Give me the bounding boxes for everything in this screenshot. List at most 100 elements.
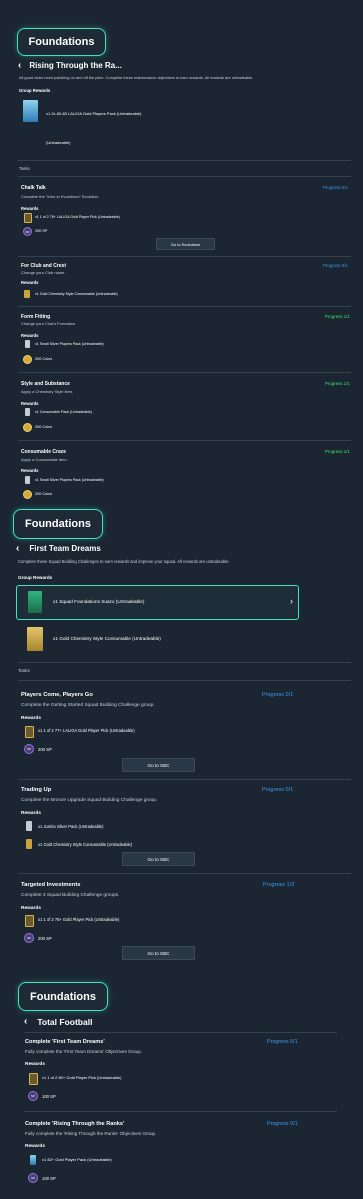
reward-item: x1 Small Silver Players Pack (Untradeabl…	[35, 478, 104, 482]
divider	[18, 873, 351, 874]
pack-icon	[25, 340, 30, 348]
task-title: Form Fitting	[21, 314, 51, 320]
sp-icon: SP	[28, 1173, 38, 1183]
task-description: Complete the Bronze Upgrade Squad Buildi…	[21, 798, 158, 803]
tasks-label: Tasks	[18, 668, 30, 673]
reward-item: x1 Gold Chemistry Style Consumable (Untr…	[35, 292, 118, 296]
chevron-left-icon[interactable]: ‹	[16, 543, 19, 554]
go-to-sbc-button[interactable]: Go to SBC	[122, 852, 195, 866]
rewards-label: Rewards	[21, 716, 41, 721]
sp-icon: SP	[24, 744, 34, 754]
task-title: Style and Substance	[21, 381, 70, 387]
pack-icon	[30, 1155, 36, 1165]
task-progress: Progress 0/1	[323, 263, 348, 268]
task-progress: Progress 1/1	[325, 381, 350, 386]
rewards-label: Rewards	[21, 401, 39, 406]
group-reward-item: (Untradeable)	[46, 140, 71, 145]
group-reward-item: x1 Gold Chemistry Style Consumable (Untr…	[53, 636, 161, 641]
coin-icon	[23, 490, 32, 499]
chevron-left-icon[interactable]: ‹	[24, 1016, 27, 1027]
back-button[interactable]: ‹ Rising Through the Ra...	[18, 60, 122, 71]
player-pick-icon	[25, 915, 34, 927]
reward-item: 100 SP	[42, 1176, 56, 1181]
reward-item: 200 Coins	[35, 357, 53, 361]
chevron-right-icon[interactable]: ›	[290, 596, 293, 606]
coin-icon	[23, 423, 32, 432]
rewards-label: Rewards	[21, 811, 41, 816]
pack-icon	[23, 100, 38, 122]
reward-item: x1 Consumable Pack (Untradeable)	[35, 410, 92, 414]
divider	[18, 176, 351, 177]
divider	[18, 662, 351, 663]
go-to-sbc-button[interactable]: Go to SBC	[122, 946, 195, 960]
reward-item: 100 SP	[42, 1094, 56, 1099]
divider	[18, 680, 351, 681]
task-progress: Progress 1/1	[325, 449, 350, 454]
task-progress: Progress 0/1	[267, 1039, 298, 1045]
divider	[18, 306, 351, 307]
back-button[interactable]: ‹ Total Football	[24, 1016, 92, 1027]
page-title: Rising Through the Ra...	[29, 61, 122, 70]
task-description: Fully complete the 'Rising Through the R…	[25, 1131, 157, 1136]
divider	[18, 256, 351, 257]
task-description: Change your Club name.	[21, 270, 66, 275]
task-progress: Progress 0/1	[262, 787, 294, 793]
reward-item: x1 Jumbo Silver Pack (Untradeable)	[38, 824, 104, 829]
section-description: Complete these Squad Building Challenges…	[18, 559, 230, 564]
reward-item: x1 Small Silver Players Pack (Untradeabl…	[35, 342, 104, 346]
divider	[24, 1111, 337, 1112]
group-rewards-label: Group Rewards	[18, 575, 53, 580]
chevron-left-icon[interactable]: ‹	[18, 60, 21, 71]
chemistry-style-icon	[27, 627, 43, 651]
reward-item: 200 SP	[38, 936, 52, 941]
task-description: Complete 3 Squad Building Challenge grou…	[21, 893, 120, 898]
sp-icon: SP	[23, 227, 32, 236]
task-description: Apply a Chemistry Style item.	[21, 389, 74, 394]
task-progress: Progress 0/1	[323, 185, 348, 190]
foundations-badge: Foundations	[17, 28, 106, 56]
player-pick-icon	[24, 213, 32, 223]
divider	[18, 160, 351, 161]
task-description: Complete the "Intro to Evolutions" Evolu…	[21, 194, 100, 199]
back-button[interactable]: ‹ First Team Dreams	[16, 543, 101, 554]
reward-item: x1 Gold Chemistry Style Consumable (Untr…	[38, 842, 133, 847]
task-title: Targeted Investments	[21, 882, 81, 888]
divider	[18, 779, 351, 780]
reward-item: x1 1 of 2 80+ Gold Player Pick (Untradea…	[42, 1075, 122, 1080]
reward-item: 200 SP	[38, 747, 52, 752]
player-card-icon	[28, 591, 42, 613]
divider	[18, 440, 351, 441]
task-title: Consumable Craze	[21, 449, 67, 455]
tasks-label: Tasks	[19, 166, 30, 171]
sp-icon: SP	[24, 933, 34, 943]
group-rewards-label: Group Rewards	[19, 88, 51, 93]
player-pick-icon	[25, 726, 34, 738]
sp-icon: SP	[28, 1091, 38, 1101]
section-description: All good clubs need polishing on and off…	[19, 75, 254, 80]
reward-item: x1 82+ Gold Player Pack (Untradeable)	[42, 1157, 112, 1162]
rewards-label: Rewards	[25, 1144, 45, 1149]
task-description: Complete the Getting Started Squad Build…	[21, 703, 155, 708]
task-progress: Progress 1/1	[325, 314, 350, 319]
rewards-label: Rewards	[21, 468, 39, 473]
task-description: Change your Club's Formation.	[21, 321, 77, 326]
rewards-label: Rewards	[21, 906, 41, 911]
chemistry-style-icon	[26, 839, 32, 849]
task-progress: Progress 1/3	[263, 882, 295, 888]
foundations-badge: Foundations	[18, 982, 108, 1011]
task-title: For Club and Crest	[21, 263, 67, 269]
pack-icon	[26, 821, 32, 831]
reward-item: x1 1 of 2 78+ Gold Player Pick (Untradea…	[38, 917, 120, 922]
rewards-label: Rewards	[21, 333, 39, 338]
go-to-sbc-button[interactable]: Go to SBC	[122, 758, 195, 772]
chemistry-style-icon	[24, 290, 30, 298]
group-reward-card[interactable]: x1 Squad Foundations Suazo (Untradeable)…	[16, 585, 299, 620]
group-reward-item: x1 2x 80-83 LALIGA Gold Players Pack (Un…	[46, 111, 142, 116]
reward-item: x1 1 of 2 77+ LALIGA Gold Player Pick (U…	[38, 728, 135, 733]
rewards-label: Rewards	[25, 1062, 45, 1067]
player-pick-icon	[29, 1073, 38, 1085]
go-to-evolutions-button[interactable]: Go to Evolutions	[156, 238, 215, 250]
pack-icon	[25, 408, 30, 416]
task-description: Fully complete the 'First Team Dreams' O…	[25, 1049, 143, 1054]
page-title: First Team Dreams	[29, 544, 101, 553]
